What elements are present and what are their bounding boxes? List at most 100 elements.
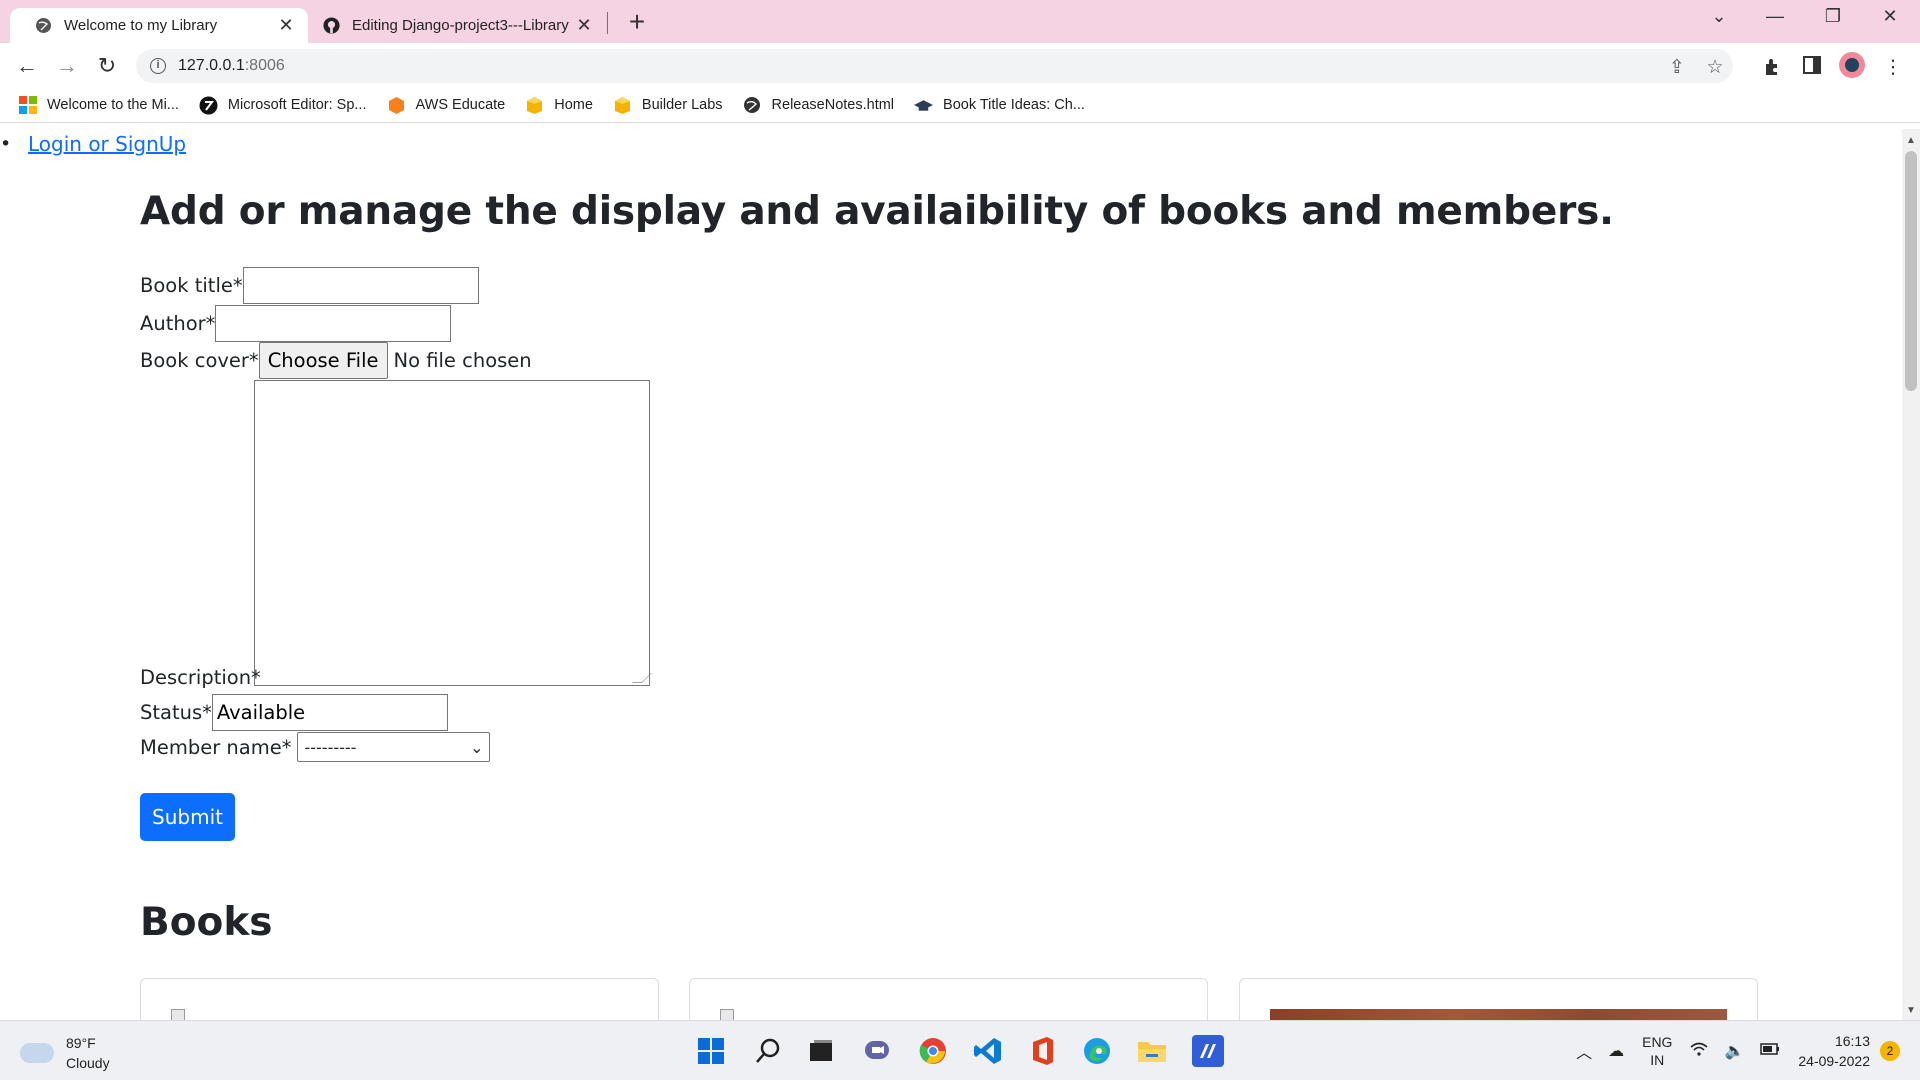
page-scrollbar[interactable]: ▲ ▼	[1902, 129, 1920, 1020]
bookmark-star-icon[interactable]: ☆	[1703, 56, 1727, 79]
description-textarea[interactable]	[254, 380, 652, 686]
description-label: Description*	[140, 666, 261, 689]
login-signup-link[interactable]: Login or SignUp	[28, 132, 186, 156]
book-card[interactable]	[689, 978, 1208, 1020]
tab-bar: Welcome to my Library ✕ Editing Django-p…	[0, 0, 1920, 43]
vscode-icon[interactable]	[972, 1035, 1004, 1067]
site-info-icon[interactable]: i	[150, 58, 166, 74]
bookmark-microsoft-editor[interactable]: Microsoft Editor: Sp...	[199, 96, 367, 115]
office-icon[interactable]	[1027, 1035, 1059, 1067]
temperature-text: 89°F	[66, 1035, 96, 1051]
status-input[interactable]	[211, 694, 448, 731]
close-tab-icon[interactable]: ✕	[572, 15, 596, 36]
tab-separator	[607, 12, 608, 34]
bookmark-release-notes[interactable]: ReleaseNotes.html	[743, 96, 894, 115]
chrome-icon[interactable]	[917, 1035, 949, 1067]
book-title-input[interactable]	[242, 267, 479, 304]
bookmark-welcome-microsoft[interactable]: Welcome to the Mi...	[18, 96, 179, 115]
teams-chat-icon[interactable]	[861, 1035, 893, 1067]
url-text[interactable]: 127.0.0.1:8006	[178, 57, 285, 75]
edge-icon[interactable]	[1081, 1035, 1113, 1067]
system-tray: ︿ ☁ ENG IN 🔈 16:13 24-09-2022 2	[1568, 1031, 1900, 1071]
choose-file-button[interactable]: Choose File	[258, 342, 388, 379]
file-explorer-icon[interactable]	[1136, 1035, 1168, 1067]
page-viewport: • Login or SignUp Add or manage the disp…	[0, 129, 1902, 1020]
member-name-label: Member name*	[140, 735, 292, 759]
tab-search-icon[interactable]: ⌄	[1699, 6, 1739, 27]
time-text: 16:13	[1834, 1033, 1870, 1049]
profile-avatar[interactable]	[1839, 52, 1865, 78]
book-card[interactable]	[140, 978, 659, 1020]
submit-button[interactable]: Submit	[140, 793, 235, 841]
bookmarks-bar: Welcome to the Mi... Microsoft Editor: S…	[0, 88, 1920, 123]
windows-start-icon[interactable]	[695, 1035, 727, 1067]
github-icon	[323, 17, 340, 34]
new-tab-button[interactable]: +	[623, 8, 651, 36]
globe-icon	[743, 96, 762, 115]
wifi-icon[interactable]	[1690, 1042, 1708, 1061]
menu-kebab-icon[interactable]: ⋮	[1880, 56, 1906, 79]
browser-toolbar: ← → ↻ i 127.0.0.1:8006 ⇪ ☆ ⋮	[0, 43, 1920, 88]
onedrive-cloud-icon[interactable]: ☁	[1608, 1041, 1624, 1061]
bookmark-label: Welcome to the Mi...	[47, 97, 179, 113]
status-row: Status*	[140, 694, 448, 731]
scroll-up-icon[interactable]: ▲	[1906, 135, 1916, 146]
task-view-icon[interactable]	[805, 1035, 837, 1067]
tab-editing-django[interactable]: Editing Django-project3---Library ✕	[308, 8, 606, 43]
share-icon[interactable]: ⇪	[1665, 56, 1689, 79]
resize-handle-icon[interactable]	[632, 673, 652, 683]
reload-icon[interactable]: ↻	[92, 51, 122, 81]
bookmark-label: Builder Labs	[641, 97, 723, 113]
volume-icon[interactable]: 🔈	[1724, 1041, 1744, 1061]
restore-icon[interactable]: ❐	[1813, 6, 1853, 27]
side-panel-icon[interactable]	[1799, 56, 1825, 80]
close-window-icon[interactable]: ✕	[1870, 6, 1910, 27]
address-bar[interactable]: i 127.0.0.1:8006 ⇪ ☆	[136, 49, 1733, 83]
bookmark-book-title-ideas[interactable]: Book Title Ideas: Ch...	[914, 96, 1085, 115]
url-host: 127.0.0.1	[178, 57, 245, 74]
microsoft-icon	[18, 96, 37, 115]
close-tab-icon[interactable]: ✕	[274, 15, 298, 36]
author-input[interactable]	[215, 305, 452, 342]
search-icon[interactable]	[752, 1035, 784, 1067]
clock[interactable]: 16:13 24-09-2022	[1798, 1031, 1870, 1071]
scroll-down-icon[interactable]: ▼	[1906, 1005, 1916, 1016]
bookmark-home[interactable]: Home	[525, 96, 593, 115]
weather-widget[interactable]: 89°F Cloudy	[20, 1033, 110, 1073]
box-icon	[525, 96, 544, 115]
notification-badge[interactable]: 2	[1880, 1041, 1900, 1061]
bookmark-builder-labs[interactable]: Builder Labs	[613, 96, 723, 115]
bookmark-label: AWS Educate	[415, 97, 506, 113]
powerautomate-icon[interactable]	[1192, 1035, 1224, 1067]
box-icon	[613, 96, 632, 115]
tab-label: Welcome to my Library	[64, 17, 218, 34]
battery-icon[interactable]	[1760, 1042, 1780, 1060]
url-port: :8006	[244, 57, 285, 74]
no-file-chosen-text: No file chosen	[393, 349, 532, 372]
member-row: Member name* --------- ⌄	[140, 732, 491, 762]
cloud-icon	[20, 1043, 54, 1063]
chevron-up-icon[interactable]: ︿	[1576, 1039, 1592, 1063]
language-text[interactable]: ENG	[1642, 1033, 1672, 1051]
aws-icon	[387, 96, 406, 115]
bookmark-label: Home	[554, 97, 593, 113]
bookmark-label: Book Title Ideas: Ch...	[943, 97, 1085, 113]
book-card[interactable]	[1239, 978, 1758, 1020]
page-title: Add or manage the display and availaibil…	[140, 189, 1614, 234]
tab-welcome[interactable]: Welcome to my Library ✕	[10, 8, 308, 43]
extensions-icon[interactable]	[1760, 56, 1786, 82]
status-label: Status*	[140, 701, 212, 724]
broken-image-icon	[171, 1009, 185, 1020]
region-text[interactable]: IN	[1642, 1051, 1672, 1069]
bookmark-label: Microsoft Editor: Sp...	[227, 97, 367, 113]
minimize-icon[interactable]: —	[1755, 6, 1795, 27]
member-name-select[interactable]: --------- ⌄	[297, 732, 491, 762]
bookmark-aws-educate[interactable]: AWS Educate	[387, 96, 506, 115]
forward-icon[interactable]: →	[52, 51, 82, 81]
broken-image-icon	[720, 1009, 734, 1020]
author-label: Author*	[140, 312, 216, 335]
scrollbar-thumb[interactable]	[1905, 151, 1917, 391]
book-cover-label: Book cover*	[140, 349, 259, 372]
back-icon[interactable]: ←	[12, 51, 42, 81]
tab-label: Editing Django-project3---Library	[352, 17, 569, 34]
